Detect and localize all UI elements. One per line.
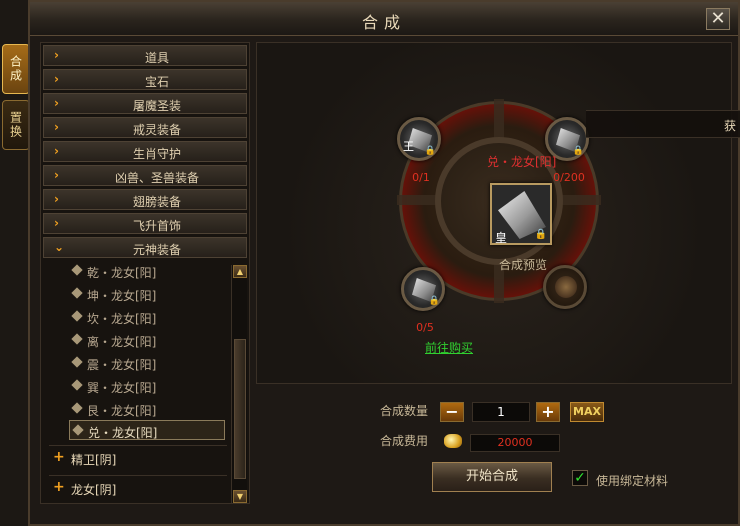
- gold-ingot-icon: [444, 434, 462, 448]
- slot-quantity: 0/200: [553, 171, 585, 184]
- plus-icon: +: [53, 479, 65, 495]
- category-item[interactable]: › 凶兽、圣兽装备: [43, 165, 247, 186]
- chevron-right-icon: ›: [54, 96, 59, 110]
- gem-icon: [71, 402, 83, 414]
- target-item-name: 兑・龙女[阳]: [487, 155, 557, 169]
- group-item[interactable]: + 精卫[阴]: [49, 445, 227, 469]
- fee-label: 合成费用: [380, 434, 429, 448]
- max-button[interactable]: MAX: [570, 402, 604, 422]
- gem-icon: [71, 333, 83, 345]
- fee-value: 20000: [470, 434, 560, 452]
- list-scrollbar[interactable]: ▲ ▼: [231, 265, 247, 503]
- list-item[interactable]: 巽・龙女[阳]: [69, 376, 225, 396]
- category-item[interactable]: › 戒灵装备: [43, 117, 247, 138]
- category-item[interactable]: › 生肖守护: [43, 141, 247, 162]
- synthesis-preview-area: 王 🔒 0/1 🔒 0/200 兑・龙女[阳] 皇 🔒 合成预览 🔒 0/5 前…: [256, 42, 732, 384]
- side-tab-synthesis[interactable]: 合成: [2, 44, 30, 94]
- material-slot-bottom-left[interactable]: 🔒: [401, 267, 445, 311]
- category-item[interactable]: › 飞升首饰: [43, 213, 247, 234]
- list-item[interactable]: 坤・龙女[阳]: [69, 284, 225, 304]
- list-item[interactable]: 艮・龙女[阳]: [69, 399, 225, 419]
- gem-icon: [71, 356, 83, 368]
- bind-material-label: 使用绑定材料: [596, 474, 669, 488]
- lock-icon: 🔒: [428, 296, 440, 306]
- start-synthesis-button[interactable]: 开始合成: [432, 462, 552, 492]
- slot-quantity: 0/5: [416, 321, 434, 334]
- synthesis-form: 合成数量 − 1 + MAX 合成费用 20000 开始合成 ✓ 使用绑定材料: [256, 392, 732, 504]
- overlay-text: 获: [723, 119, 736, 133]
- chevron-right-icon: ›: [54, 216, 59, 230]
- bind-material-checkbox[interactable]: ✓: [572, 470, 588, 486]
- gem-icon: [71, 310, 83, 322]
- right-overlay-strip: 获: [586, 110, 740, 138]
- plus-icon: +: [53, 449, 65, 465]
- list-item[interactable]: 坎・龙女[阳]: [69, 307, 225, 327]
- category-list: › 道具 › 宝石 › 屠魔圣装 › 戒灵装备 › 生肖守护 › 凶兽、圣兽装备 › 翅膀装备…: [40, 42, 250, 504]
- lock-icon: 🔒: [572, 146, 584, 156]
- quantity-input[interactable]: 1: [472, 402, 530, 422]
- chevron-down-icon: ⌄: [54, 240, 65, 254]
- window-title: 合成: [361, 13, 406, 32]
- list-item[interactable]: 离・龙女[阳]: [69, 330, 225, 350]
- chevron-right-icon: ›: [54, 48, 59, 62]
- material-slot-bottom-right[interactable]: [543, 265, 587, 309]
- quantity-label: 合成数量: [380, 404, 429, 418]
- scroll-down-button[interactable]: ▼: [233, 490, 247, 503]
- decrease-button[interactable]: −: [440, 402, 464, 422]
- chevron-right-icon: ›: [54, 144, 59, 158]
- scroll-up-button[interactable]: ▲: [233, 265, 247, 278]
- gem-icon: [71, 264, 83, 276]
- scroll-thumb[interactable]: [234, 339, 246, 479]
- chevron-right-icon: ›: [54, 168, 59, 182]
- gem-icon: [71, 379, 83, 391]
- lion-head-icon: [555, 276, 577, 298]
- side-tab-replace[interactable]: 置换: [2, 100, 30, 150]
- lock-icon: 🔒: [534, 229, 547, 240]
- titlebar: 合成 ✕: [30, 2, 738, 36]
- lock-icon: 🔒: [424, 146, 436, 156]
- category-item[interactable]: › 屠魔圣装: [43, 93, 247, 114]
- gem-icon: [71, 287, 83, 299]
- increase-button[interactable]: +: [536, 402, 560, 422]
- chevron-right-icon: ›: [54, 72, 59, 86]
- preview-result-slot[interactable]: 皇 🔒: [490, 183, 552, 245]
- chevron-right-icon: ›: [54, 120, 59, 134]
- category-item[interactable]: › 翅膀装备: [43, 189, 247, 210]
- chevron-right-icon: ›: [54, 192, 59, 206]
- gem-icon: [72, 424, 84, 436]
- buy-link[interactable]: 前往购买: [425, 339, 473, 356]
- list-item[interactable]: 乾・龙女[阳]: [69, 261, 225, 281]
- category-item[interactable]: › 宝石: [43, 69, 247, 90]
- category-item-expanded[interactable]: ⌄ 元神装备: [43, 237, 247, 258]
- list-item-selected[interactable]: 兑・龙女[阳]: [69, 420, 225, 440]
- category-item[interactable]: › 道具: [43, 45, 247, 66]
- group-item[interactable]: + 龙女[阴]: [49, 475, 227, 499]
- slot-quantity: 0/1: [412, 171, 430, 184]
- close-button[interactable]: ✕: [706, 8, 730, 30]
- list-item[interactable]: 震・龙女[阳]: [69, 353, 225, 373]
- material-slot-top-left[interactable]: 王 🔒: [397, 117, 441, 161]
- synthesis-window: 合成 ✕ › 道具 › 宝石 › 屠魔圣装 › 戒灵装备 › 生肖守护 › 凶兽、圣兽装备 …: [28, 0, 740, 526]
